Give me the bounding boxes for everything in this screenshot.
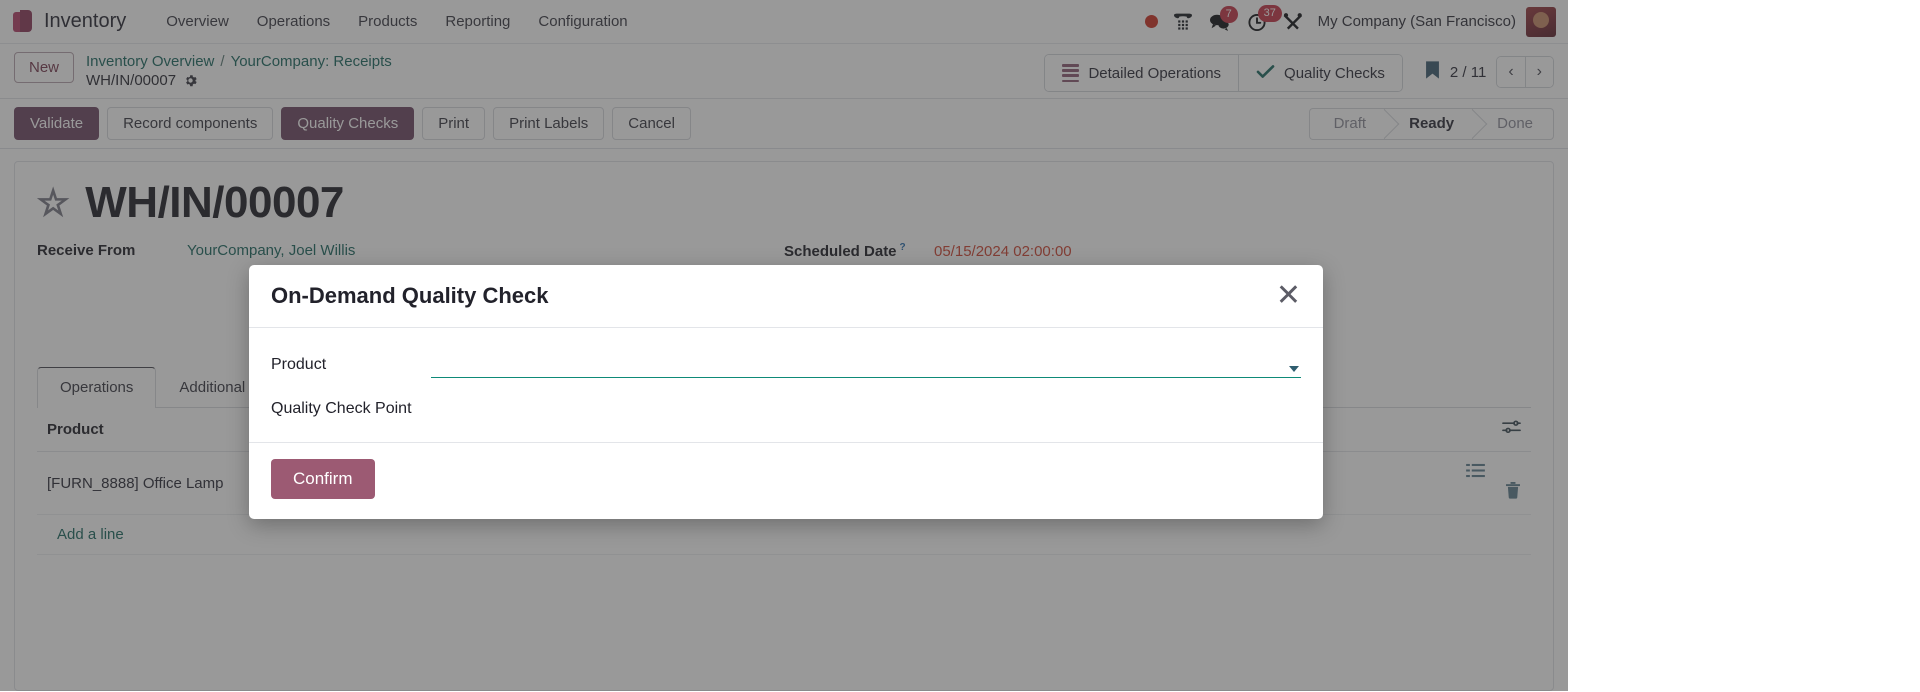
app-root: Inventory Overview Operations Products R… <box>0 0 1920 692</box>
dialog-body: Product Quality Check Point <box>249 328 1323 443</box>
close-icon[interactable]: ✕ <box>1276 285 1301 307</box>
product-input[interactable] <box>431 352 1301 378</box>
on-demand-quality-check-dialog: On-Demand Quality Check ✕ Product Qualit… <box>249 265 1323 519</box>
page-wrapper: Inventory Overview Operations Products R… <box>0 0 1568 691</box>
quality-check-point-label: Quality Check Point <box>271 400 431 418</box>
product-label: Product <box>271 356 431 374</box>
dialog-field-product: Product <box>271 352 1301 378</box>
product-input-wrap <box>431 352 1301 378</box>
dialog-footer: Confirm <box>249 443 1323 519</box>
dialog-title: On-Demand Quality Check <box>271 283 549 309</box>
dialog-field-quality-check-point: Quality Check Point <box>271 400 1301 418</box>
dialog-header: On-Demand Quality Check ✕ <box>249 265 1323 328</box>
chevron-down-icon[interactable] <box>1289 366 1299 372</box>
confirm-button[interactable]: Confirm <box>271 459 375 499</box>
